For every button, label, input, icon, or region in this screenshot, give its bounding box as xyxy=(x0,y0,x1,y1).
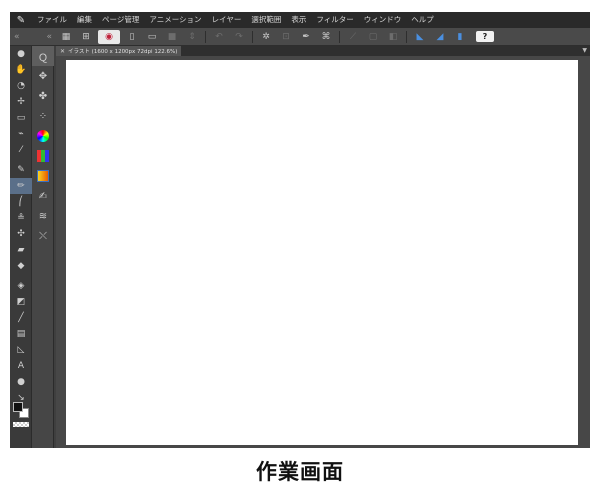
deselect-icon[interactable]: ▢ xyxy=(365,30,381,44)
menu-bar: ✎ ファイル 編集 ページ管理 アニメーション レイヤー 選択範囲 表示 フィル… xyxy=(10,12,590,28)
pen-tool-icon[interactable]: ✒ xyxy=(298,30,314,44)
menu-file[interactable]: ファイル xyxy=(32,12,72,28)
rotate-tool-icon[interactable]: ◔ xyxy=(10,78,32,94)
color-wheel-icon[interactable] xyxy=(32,126,54,146)
collapse-left-icon[interactable]: « xyxy=(14,32,20,42)
color-swatch[interactable] xyxy=(13,402,29,418)
import-icon[interactable]: ⊞ xyxy=(78,30,94,44)
search-icon[interactable]: Ｑ xyxy=(32,46,54,66)
menu-window[interactable]: ウィンドウ xyxy=(359,12,407,28)
pencil-tool-icon[interactable]: ✏ xyxy=(10,178,32,194)
canvas-area xyxy=(56,56,590,448)
navigator-icon[interactable]: ⤬ xyxy=(32,226,54,246)
selection-tool-icon[interactable]: ▭ xyxy=(10,110,32,126)
canvas-tab-strip: ✕ イラスト (1600 x 1200px 72dpi 122.6%) ▼ xyxy=(56,46,590,56)
menu-edit[interactable]: 編集 xyxy=(72,12,97,28)
tool-property-icon[interactable]: ✤ xyxy=(32,86,54,106)
text-tool-icon[interactable]: A xyxy=(10,358,32,374)
panel-icon-column: Ｑ ✥ ✤ ⁘ ✍ ≋ ⤬ xyxy=(32,46,54,448)
brush-tool-icon[interactable]: ⎛ xyxy=(10,194,32,210)
view-record-icon[interactable]: ◉ xyxy=(98,29,120,44)
gradient-tool-icon[interactable]: ◩ xyxy=(10,294,32,310)
transform-icon[interactable]: ⌘ xyxy=(318,30,334,44)
invert-selection-icon[interactable]: ◧ xyxy=(385,30,401,44)
color-history-icon[interactable] xyxy=(32,166,54,186)
menu-filter[interactable]: フィルター xyxy=(311,12,358,28)
lasso-tool-icon[interactable]: ⌁ xyxy=(10,126,32,142)
frame-tool-icon[interactable]: ▤ xyxy=(10,326,32,342)
new-file-icon[interactable]: ▯ xyxy=(124,30,140,44)
open-folder-icon[interactable]: ▭ xyxy=(144,30,160,44)
layer-panel-icon[interactable]: ≋ xyxy=(32,206,54,226)
canvas-tab[interactable]: ✕ イラスト (1600 x 1200px 72dpi 122.6%) xyxy=(56,46,182,56)
menu-help[interactable]: ヘルプ xyxy=(406,12,439,28)
menu-view[interactable]: 表示 xyxy=(286,12,311,28)
toolbar-divider xyxy=(339,30,340,43)
save-icon[interactable]: ■ xyxy=(164,30,180,44)
layer-property-icon[interactable]: ✍ xyxy=(32,186,54,206)
menu-selection[interactable]: 選択範囲 xyxy=(246,12,286,28)
canvas-tab-label: イラスト (1600 x 1200px 72dpi 122.6%) xyxy=(68,49,178,55)
snap-grid-icon[interactable]: ◢ xyxy=(432,30,448,44)
toolbar-divider xyxy=(252,30,253,43)
brush-logo-icon[interactable]: ✎ xyxy=(10,12,32,28)
redo-icon[interactable]: ↷ xyxy=(231,30,247,44)
drawing-canvas[interactable] xyxy=(66,60,578,445)
tool-palette: ● ✋ ◔ ✢ ▭ ⌁ ⁄ ✎ ✏ ⎛ ≗ ✣ ▰ ◆ ◈ ◩ ╱ ▤ ◺ A … xyxy=(10,46,32,448)
eyedropper-tool-icon[interactable]: ⁄ xyxy=(10,142,32,158)
collapse-right-icon[interactable]: « xyxy=(46,32,52,42)
chevron-down-icon[interactable]: ▼ xyxy=(582,47,587,54)
eraser-tool-icon[interactable]: ▰ xyxy=(10,242,32,258)
sub-tool-icon[interactable]: ✥ xyxy=(32,66,54,86)
undo-icon[interactable]: ↶ xyxy=(211,30,227,44)
menu-page[interactable]: ページ管理 xyxy=(97,12,144,28)
app-window: ✎ ファイル 編集 ページ管理 アニメーション レイヤー 選択範囲 表示 フィル… xyxy=(10,12,590,448)
pen-tool-icon[interactable]: ✎ xyxy=(10,162,32,178)
blend-tool-icon[interactable]: ◆ xyxy=(10,258,32,274)
snap-ruler-icon[interactable]: ◣ xyxy=(412,30,428,44)
clear-icon[interactable]: ✲ xyxy=(258,30,274,44)
command-bar: « « ▦ ⊞ ◉ ▯ ▭ ■ ⇕ ↶ ↷ ✲ ⊡ ✒ ⌘ ⟋ ▢ ◧ ◣ ◢ … xyxy=(10,28,590,46)
balloon-tool-icon[interactable]: ● xyxy=(10,374,32,390)
decoration-tool-icon[interactable]: ✣ xyxy=(10,226,32,242)
ruler-icon[interactable]: ⟋ xyxy=(345,30,361,44)
menu-layer[interactable]: レイヤー xyxy=(207,12,247,28)
brush-size-icon[interactable]: ▮ xyxy=(452,30,468,44)
panel-collapse-controls: « « xyxy=(10,32,56,42)
fill-icon[interactable]: ⊡ xyxy=(278,30,294,44)
menu-animation[interactable]: アニメーション xyxy=(144,12,206,28)
hand-tool-icon[interactable]: ✋ xyxy=(10,62,32,78)
help-button[interactable]: ? xyxy=(476,31,494,42)
stepper-icon[interactable]: ⇕ xyxy=(184,30,200,44)
toolbar-divider xyxy=(205,30,206,43)
grid-menu-icon[interactable]: ▦ xyxy=(58,30,74,44)
color-set-icon[interactable] xyxy=(32,146,54,166)
zoom-tool-icon[interactable]: ● xyxy=(10,46,32,62)
close-icon[interactable]: ✕ xyxy=(60,48,65,55)
fill-tool-icon[interactable]: ◈ xyxy=(10,278,32,294)
main-color-swatch[interactable] xyxy=(13,402,23,412)
toolbar-divider xyxy=(406,30,407,43)
page-caption: 作業画面 xyxy=(256,460,344,484)
airbrush-tool-icon[interactable]: ≗ xyxy=(10,210,32,226)
ruler-tool-icon[interactable]: ◺ xyxy=(10,342,32,358)
brush-size-panel-icon[interactable]: ⁘ xyxy=(32,106,54,126)
transparent-color-swatch[interactable] xyxy=(13,422,29,427)
move-tool-icon[interactable]: ✢ xyxy=(10,94,32,110)
figure-tool-icon[interactable]: ╱ xyxy=(10,310,32,326)
